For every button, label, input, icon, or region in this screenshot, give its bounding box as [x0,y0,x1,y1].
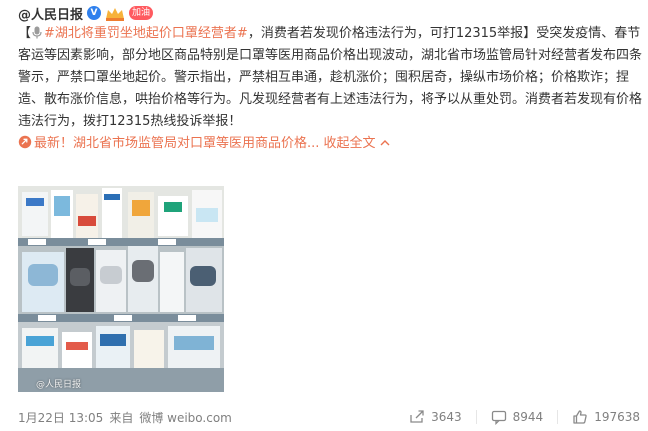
repost-icon [409,409,425,425]
collapse-label: 收起全文 [323,136,376,151]
post-body: 受突发疫情、春节客运等因素影响，部分地区商品特别是口罩等医用商品价格出现波动，湖… [18,26,643,129]
bracket-open: 【 [18,26,32,41]
vip-crown-icon [105,6,125,21]
headline-text: ，消费者若发现价格违法行为，可打12315举报 [247,26,524,41]
topic-link[interactable]: #湖北将重罚坐地起价口罩经营者# [44,26,248,41]
repost-count: 3643 [431,410,462,424]
latest-news-link[interactable]: 最新！湖北省市场监管局对口罩等医用商品价格... [34,136,319,151]
collapse-button[interactable]: 收起全文 [324,136,390,151]
author-name[interactable]: @人民日报 [18,4,83,23]
post-footer: 1月22日 13:05 来自 微博 weibo.com 3643 8944 19… [18,407,640,427]
verified-icon: V [87,6,102,20]
post-header: @人民日报 V 加油 [18,4,154,23]
image-watermark: @人民日报 [36,380,82,390]
repost-button[interactable]: 3643 [409,409,462,425]
from-label: 来自 [109,410,134,425]
post-timestamp[interactable]: 1月22日 13:05 [18,409,103,426]
link-icon [18,135,32,149]
divider [557,410,559,424]
like-button[interactable]: 197638 [572,409,640,425]
comment-button[interactable]: 8944 [491,409,544,425]
post-meta: 1月22日 13:05 来自 微博 weibo.com [18,409,232,426]
post-source[interactable]: 微博 weibo.com [139,409,232,426]
microphone-icon [32,25,42,39]
cheer-badge: 加油 [129,6,154,20]
comment-count: 8944 [512,410,544,424]
comment-icon [491,409,507,425]
thumbs-up-icon [572,409,588,425]
chevron-up-icon [380,136,390,151]
like-count: 197638 [594,410,640,424]
pharmacy-shelf-photo [18,186,224,392]
post-text: 【 #湖北将重罚坐地起价口罩经营者#，消费者若发现价格违法行为，可打12315举报… [18,23,642,155]
divider [475,410,477,424]
post-actions: 3643 8944 197638 [409,409,640,425]
bracket-close: 】 [523,26,537,41]
post-image[interactable]: @人民日报 [18,186,224,392]
